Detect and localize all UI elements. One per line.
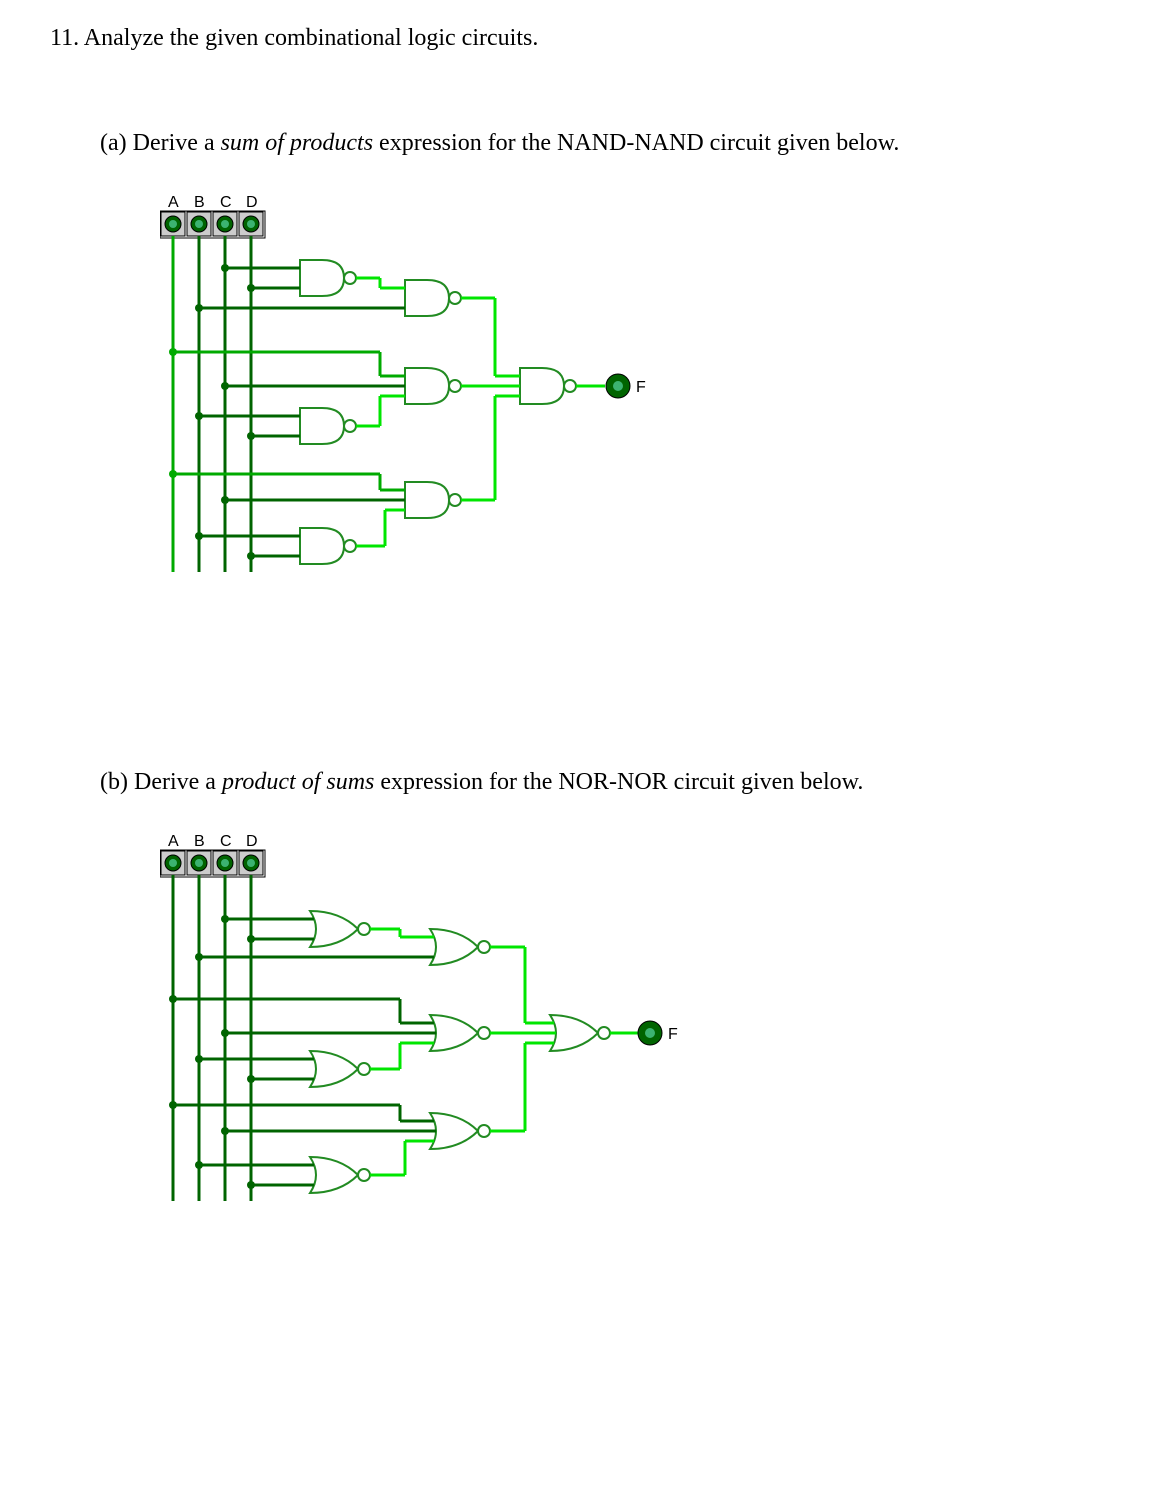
input-label-c: C [220,194,232,211]
circuit-a-diagram: A B C D [160,192,1109,599]
part-b-label: (b) [100,769,128,795]
output-indicator-f [606,374,630,398]
circuit-b-diagram: A B C D [160,831,1109,1218]
output-indicator-f-b [638,1021,662,1045]
input-indicator-d [239,212,263,236]
part-a-label: (a) [100,130,127,156]
question-line: 11. Analyze the given combinational logi… [50,25,1109,52]
input-label-c-b: C [220,833,232,850]
part-b-suffix: expression for the NOR-NOR circuit given… [374,769,863,795]
input-indicator-c-b [213,851,237,875]
input-label-a-b: A [168,833,179,850]
part-b-italic: product of sums [222,769,374,795]
input-indicator-d-b [239,851,263,875]
part-b-container: (b) Derive a product of sums expression … [100,769,1109,1218]
input-indicator-b-b [187,851,211,875]
input-label-b-b: B [194,833,205,850]
part-a-italic: sum of products [221,130,373,156]
input-label-d-b: D [246,833,258,850]
input-indicator-a-b [161,851,185,875]
part-a-prefix: Derive a [133,130,221,156]
input-indicator-a [161,212,185,236]
output-label-f-b: F [668,1026,678,1043]
part-a-suffix: expression for the NAND-NAND circuit giv… [373,130,899,156]
part-a-container: (a) Derive a sum of products expression … [100,130,1109,599]
output-label-f: F [636,379,646,396]
input-indicator-b [187,212,211,236]
question-number: 11. [50,25,79,51]
input-label-a: A [168,194,179,211]
input-label-d: D [246,194,258,211]
input-indicator-c [213,212,237,236]
question-text: Analyze the given combinational logic ci… [84,25,539,51]
input-label-b: B [194,194,205,211]
part-b-prefix: Derive a [134,769,222,795]
